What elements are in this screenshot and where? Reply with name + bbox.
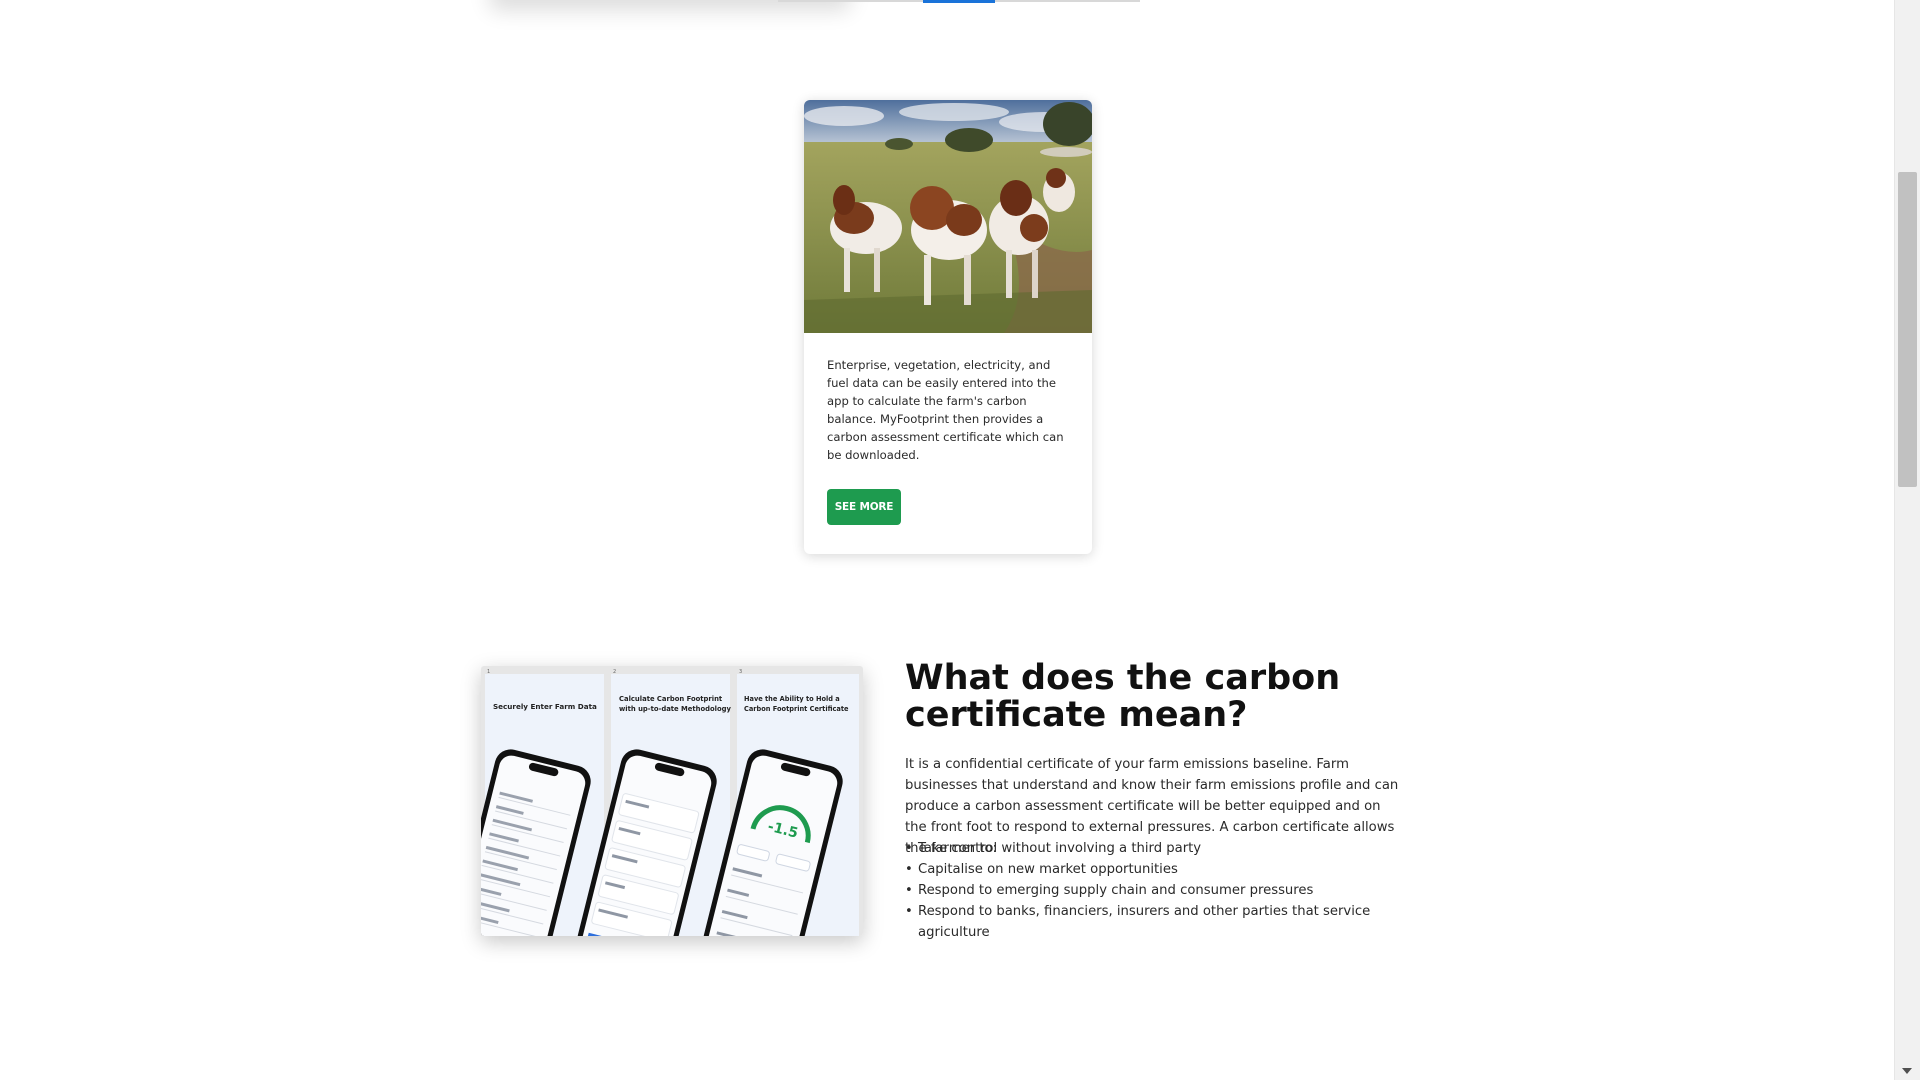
list-item: Take control without involving a third p… [905,838,1415,859]
previous-section-remnant [0,0,1895,40]
card-description: Enterprise, vegetation, electricity, and… [827,358,1064,462]
panel-2-title-line1: Calculate Carbon Footprint [619,695,723,703]
screenshot-panel-1: 1 Securely Enter Farm Data [481,669,604,936]
panel-1-title: Securely Enter Farm Data [493,702,597,711]
scroll-down-arrow-icon[interactable] [1902,1068,1912,1074]
panel-2-title-line2: with up-to-date Methodology [619,705,732,713]
app-screenshots-graphic: 1 Securely Enter Farm Data 2 Calculate C… [481,666,863,936]
list-item: Respond to emerging supply chain and con… [905,880,1415,901]
feature-card: Enterprise, vegetation, electricity, and… [804,100,1092,554]
panel-3-title-line1: Have the Ability to Hold a [744,695,840,703]
list-item: Capitalise on new market opportunities [905,859,1415,880]
see-more-button[interactable]: SEE MORE [827,489,901,525]
vertical-scrollbar[interactable] [1894,0,1920,1080]
scrollbar-thumb[interactable] [1898,172,1917,487]
section-title: What does the carbon certificate mean? [905,658,1341,735]
panel-2-number: 2 [613,669,616,675]
panel-3-number: 3 [739,669,742,675]
benefits-list: Take control without involving a third p… [905,838,1415,943]
panel-1-number: 1 [487,669,490,675]
app-screenshots-image: 1 Securely Enter Farm Data 2 Calculate C… [481,666,863,936]
goats-photo-icon [804,100,1092,333]
active-tab-indicator [923,0,995,3]
list-item: Respond to banks, financiers, insurers a… [905,901,1415,943]
panel-3-title-line2: Carbon Footprint Certificate [744,705,849,713]
